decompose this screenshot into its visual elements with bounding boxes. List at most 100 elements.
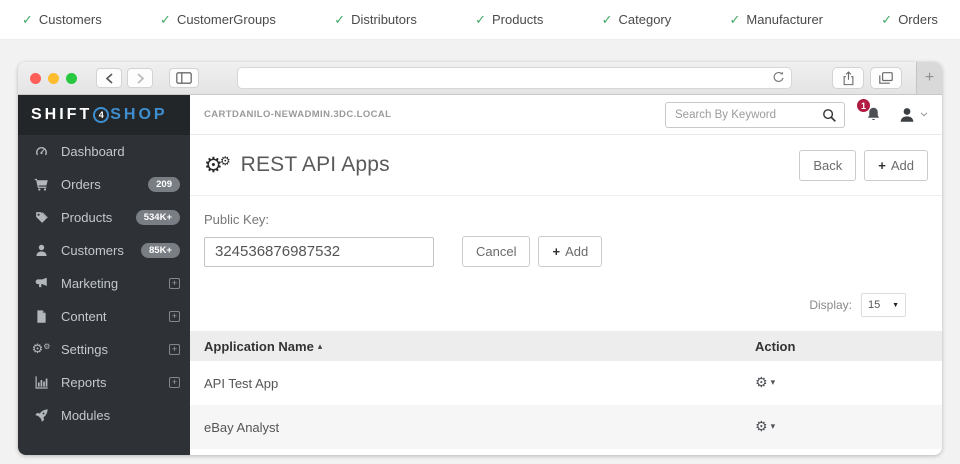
app-name-cell: API Test App — [190, 376, 755, 391]
check-icon: ✓ — [160, 12, 171, 28]
display-label: Display: — [809, 298, 852, 312]
store-domain: CARTDANILO-NEWADMIN.3DC.LOCAL — [204, 109, 391, 120]
logo-digit-4: 4 — [93, 107, 109, 123]
sidebar-toggle-icon — [176, 72, 192, 84]
check-item-category: ✓ Category — [602, 12, 672, 28]
sidebar-item-marketing[interactable]: Marketing + — [18, 267, 190, 300]
check-item-manufacturer: ✓ Manufacturer — [730, 12, 824, 28]
check-item-orders: ✓ Orders — [881, 12, 938, 28]
check-item-customers: ✓Customers — [22, 12, 102, 28]
form-add-button[interactable]: +Add — [538, 236, 602, 267]
tabs-icon — [879, 72, 893, 84]
minimize-button[interactable] — [48, 73, 59, 84]
notification-count-badge: 1 — [856, 98, 871, 113]
row-actions-button[interactable]: ⚙▾ — [755, 375, 775, 391]
shift4shop-logo[interactable]: SHIFT 4 SHOP — [18, 95, 190, 135]
action-cell: ⚙▾ — [755, 419, 942, 435]
sidebar-item-label: Content — [61, 309, 107, 324]
caret-down-icon: ▾ — [771, 422, 776, 432]
sidebar-item-label: Customers — [61, 243, 124, 258]
row-actions-button[interactable]: ⚙▾ — [755, 419, 775, 435]
column-header-application-name[interactable]: Application Name ▴ — [190, 339, 755, 354]
sidebar-item-products[interactable]: Products 534K+ — [18, 201, 190, 234]
display-row: Display: 15 ▼ — [190, 293, 942, 317]
public-key-label: Public Key: — [204, 212, 928, 227]
check-icon: ✓ — [730, 12, 741, 28]
chevron-right-icon — [136, 73, 145, 84]
check-item-customergroups: ✓CustomerGroups — [160, 12, 276, 28]
check-icon: ✓ — [22, 12, 33, 28]
back-button[interactable]: Back — [799, 150, 856, 181]
sidebar-item-label: Marketing — [61, 276, 118, 291]
customers-count-badge: 85K+ — [141, 243, 180, 258]
account-menu-button[interactable] — [898, 106, 928, 124]
file-icon — [32, 309, 50, 324]
check-label: Products — [492, 12, 543, 27]
check-label: Manufacturer — [746, 12, 823, 27]
sidebar-item-customers[interactable]: Customers 85K+ — [18, 234, 190, 267]
keyword-search — [665, 102, 845, 128]
sidebar-item-reports[interactable]: Reports + — [18, 366, 190, 399]
expand-plus-icon[interactable]: + — [169, 278, 180, 289]
cancel-button[interactable]: Cancel — [462, 236, 530, 267]
search-icon[interactable] — [822, 108, 837, 123]
tabs-button[interactable] — [870, 67, 902, 89]
check-label: Category — [619, 12, 672, 27]
megaphone-icon — [32, 276, 50, 291]
sidebar-item-label: Products — [61, 210, 112, 225]
expand-plus-icon[interactable]: + — [169, 377, 180, 388]
gear-icon: ⚙ — [755, 419, 768, 435]
new-tab-button[interactable]: + — [916, 62, 942, 95]
chevron-down-icon — [920, 112, 928, 117]
expand-plus-icon[interactable]: + — [169, 311, 180, 322]
caret-down-icon: ▾ — [771, 378, 776, 388]
plus-icon: + — [552, 244, 560, 259]
share-button[interactable] — [832, 67, 864, 89]
table-row: API Test App ⚙▾ — [190, 361, 942, 405]
check-item-products: ✓ Products — [475, 12, 543, 28]
check-icon: ✓ — [334, 12, 345, 28]
check-label: Orders — [898, 12, 938, 27]
sidebar-item-content[interactable]: Content + — [18, 300, 190, 333]
sidebar-item-label: Orders — [61, 177, 101, 192]
bar-chart-icon — [32, 375, 50, 390]
forward-nav-button[interactable] — [127, 68, 153, 88]
share-icon — [842, 71, 855, 86]
back-nav-button[interactable] — [96, 68, 122, 88]
page-title: REST API Apps — [241, 153, 390, 177]
notifications-button[interactable]: 1 — [865, 106, 882, 123]
orders-count-badge: 209 — [148, 177, 180, 192]
sidebar-item-dashboard[interactable]: Dashboard — [18, 135, 190, 168]
zoom-button[interactable] — [66, 73, 77, 84]
check-icon: ✓ — [602, 12, 613, 28]
public-key-input[interactable] — [204, 237, 434, 267]
address-bar[interactable] — [237, 67, 792, 89]
display-select[interactable]: 15 ▼ — [861, 293, 906, 317]
account-icon — [898, 106, 916, 124]
expand-plus-icon[interactable]: + — [169, 344, 180, 355]
check-icon: ✓ — [475, 12, 486, 28]
sidebar-item-modules[interactable]: Modules — [18, 399, 190, 432]
user-icon — [32, 243, 50, 258]
check-icon: ✓ — [881, 12, 892, 28]
admin-header: CARTDANILO-NEWADMIN.3DC.LOCAL 1 — [190, 95, 942, 135]
gears-icon: ⚙⚙ — [32, 342, 50, 357]
sort-asc-icon: ▴ — [318, 341, 323, 352]
add-button[interactable]: +Add — [864, 150, 928, 181]
column-header-action: Action — [755, 339, 942, 354]
sidebar-toggle-button[interactable] — [169, 68, 199, 88]
browser-window: + SHIFT 4 SHOP Dashboard Orders 209 Prod… — [18, 62, 942, 455]
apps-table: Application Name ▴ Action API Test App ⚙… — [190, 331, 942, 449]
rocket-icon — [32, 408, 50, 423]
sidebar-item-label: Reports — [61, 375, 107, 390]
sidebar-item-settings[interactable]: ⚙⚙ Settings + — [18, 333, 190, 366]
sidebar-item-label: Settings — [61, 342, 108, 357]
app-name-cell: eBay Analyst — [190, 420, 755, 435]
plus-icon: + — [878, 158, 886, 173]
page-title-row: ⚙⚙ REST API Apps Back +Add — [190, 135, 942, 196]
close-button[interactable] — [30, 73, 41, 84]
search-input[interactable] — [666, 103, 844, 127]
sidebar-item-orders[interactable]: Orders 209 — [18, 168, 190, 201]
check-item-distributors: ✓Distributors — [334, 12, 417, 28]
refresh-icon[interactable] — [772, 70, 785, 84]
